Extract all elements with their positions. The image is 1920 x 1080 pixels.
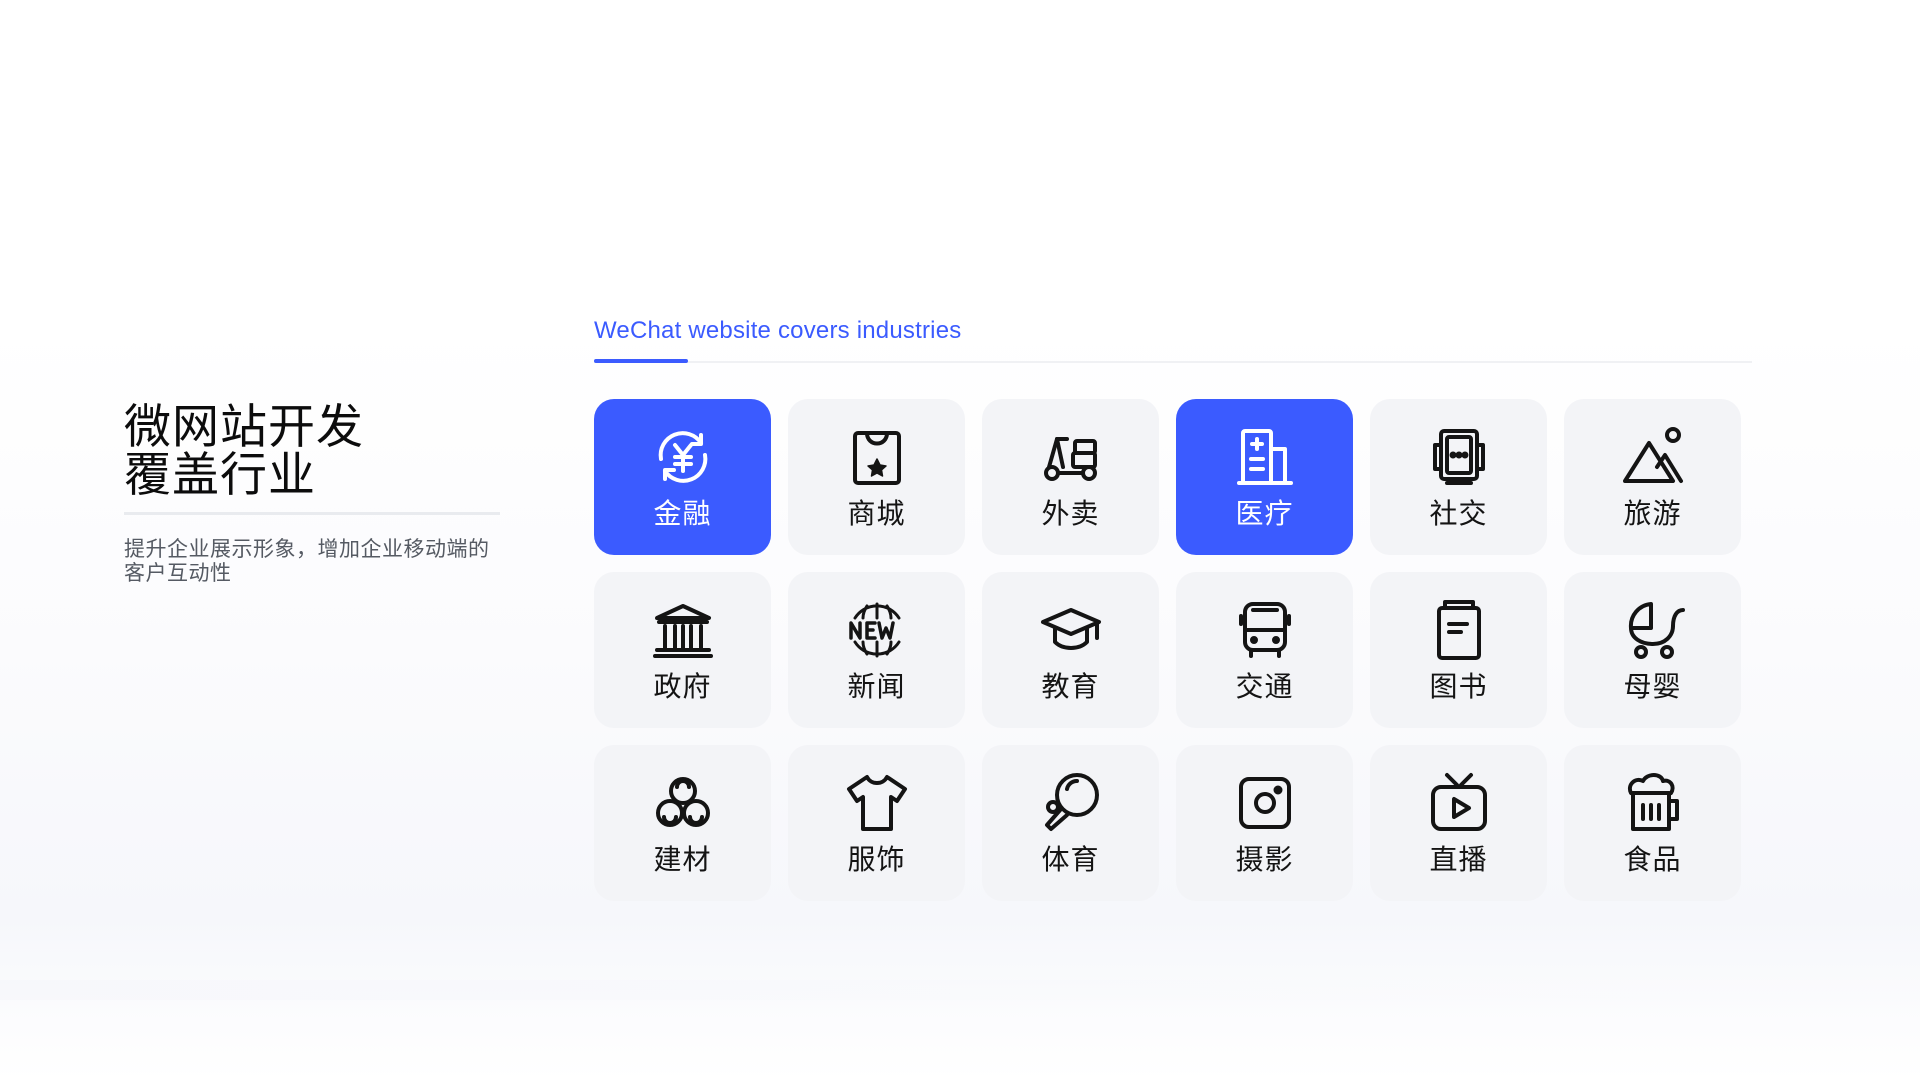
industry-tile-mall[interactable]: 商城 xyxy=(788,399,965,555)
shopping-bag-icon xyxy=(842,424,912,490)
news-globe-icon xyxy=(842,597,912,663)
government-building-icon xyxy=(648,597,718,663)
mountain-sun-icon xyxy=(1618,424,1688,490)
industry-label: 新闻 xyxy=(847,670,906,703)
industry-tile-finance[interactable]: 金融 xyxy=(594,399,771,555)
beer-mug-icon xyxy=(1618,770,1688,836)
industry-tile-food[interactable]: 食品 xyxy=(1564,745,1741,901)
industries-panel: WeChat website covers industries 金融 商城 外… xyxy=(594,313,1752,901)
intro-title-line1: 微网站开发 xyxy=(124,400,364,455)
industry-label: 食品 xyxy=(1623,843,1682,876)
industry-tile-maternal-baby[interactable]: 母婴 xyxy=(1564,572,1741,728)
intro-title: 微网站开发 覆盖行业 xyxy=(124,404,504,500)
industry-label: 金融 xyxy=(653,497,712,530)
intro-section: 微网站开发 覆盖行业 提升企业展示形象，增加企业移动端的客户互动性 xyxy=(124,404,504,585)
industry-label: 体育 xyxy=(1041,843,1100,876)
baby-stroller-icon xyxy=(1618,597,1688,663)
industry-tile-transport[interactable]: 交通 xyxy=(1176,572,1353,728)
delivery-scooter-icon xyxy=(1036,424,1106,490)
tab-wechat-industries[interactable]: WeChat website covers industries xyxy=(594,317,961,345)
bus-icon xyxy=(1230,597,1300,663)
industry-grid: 金融 商城 外卖 医疗 社交 旅游 政府 新闻 教育 交通 图书 母婴 建材 服… xyxy=(594,399,1741,901)
industry-tile-photography[interactable]: 摄影 xyxy=(1176,745,1353,901)
industry-label: 摄影 xyxy=(1235,843,1294,876)
intro-description: 提升企业展示形象，增加企业移动端的客户互动性 xyxy=(124,537,490,585)
industry-label: 直播 xyxy=(1429,843,1488,876)
industry-label: 旅游 xyxy=(1623,497,1682,530)
industry-label: 教育 xyxy=(1041,670,1100,703)
industry-tile-medical[interactable]: 医疗 xyxy=(1176,399,1353,555)
industry-label: 建材 xyxy=(653,843,712,876)
industry-label: 医疗 xyxy=(1235,497,1294,530)
intro-divider xyxy=(124,512,500,515)
intro-title-line2: 覆盖行业 xyxy=(124,448,316,503)
camera-icon xyxy=(1230,770,1300,836)
industry-label: 母婴 xyxy=(1623,670,1682,703)
page: 微网站开发 覆盖行业 提升企业展示形象，增加企业移动端的客户互动性 WeChat… xyxy=(0,0,1920,1080)
industry-label: 社交 xyxy=(1429,497,1488,530)
tab-bar: WeChat website covers industries xyxy=(594,313,1752,363)
industry-tile-education[interactable]: 教育 xyxy=(982,572,1159,728)
book-icon xyxy=(1424,597,1494,663)
industry-label: 外卖 xyxy=(1041,497,1100,530)
industry-label: 交通 xyxy=(1235,670,1294,703)
industry-label: 商城 xyxy=(847,497,906,530)
industry-label: 图书 xyxy=(1429,670,1488,703)
industry-tile-news[interactable]: 新闻 xyxy=(788,572,965,728)
hospital-icon xyxy=(1230,424,1300,490)
live-tv-icon xyxy=(1424,770,1494,836)
materials-circles-icon xyxy=(648,770,718,836)
industry-tile-books[interactable]: 图书 xyxy=(1370,572,1547,728)
industry-tile-social[interactable]: 社交 xyxy=(1370,399,1547,555)
tshirt-icon xyxy=(842,770,912,836)
industry-tile-sports[interactable]: 体育 xyxy=(982,745,1159,901)
industry-tile-building-materials[interactable]: 建材 xyxy=(594,745,771,901)
ping-pong-icon xyxy=(1036,770,1106,836)
graduation-cap-icon xyxy=(1036,597,1106,663)
yen-exchange-icon xyxy=(648,424,718,490)
industry-label: 服饰 xyxy=(847,843,906,876)
tab-active-indicator xyxy=(594,359,688,363)
industry-tile-takeaway[interactable]: 外卖 xyxy=(982,399,1159,555)
industry-tile-apparel[interactable]: 服饰 xyxy=(788,745,965,901)
chat-cards-icon xyxy=(1424,424,1494,490)
industry-tile-government[interactable]: 政府 xyxy=(594,572,771,728)
industry-label: 政府 xyxy=(653,670,712,703)
industry-tile-live-streaming[interactable]: 直播 xyxy=(1370,745,1547,901)
industry-tile-travel[interactable]: 旅游 xyxy=(1564,399,1741,555)
